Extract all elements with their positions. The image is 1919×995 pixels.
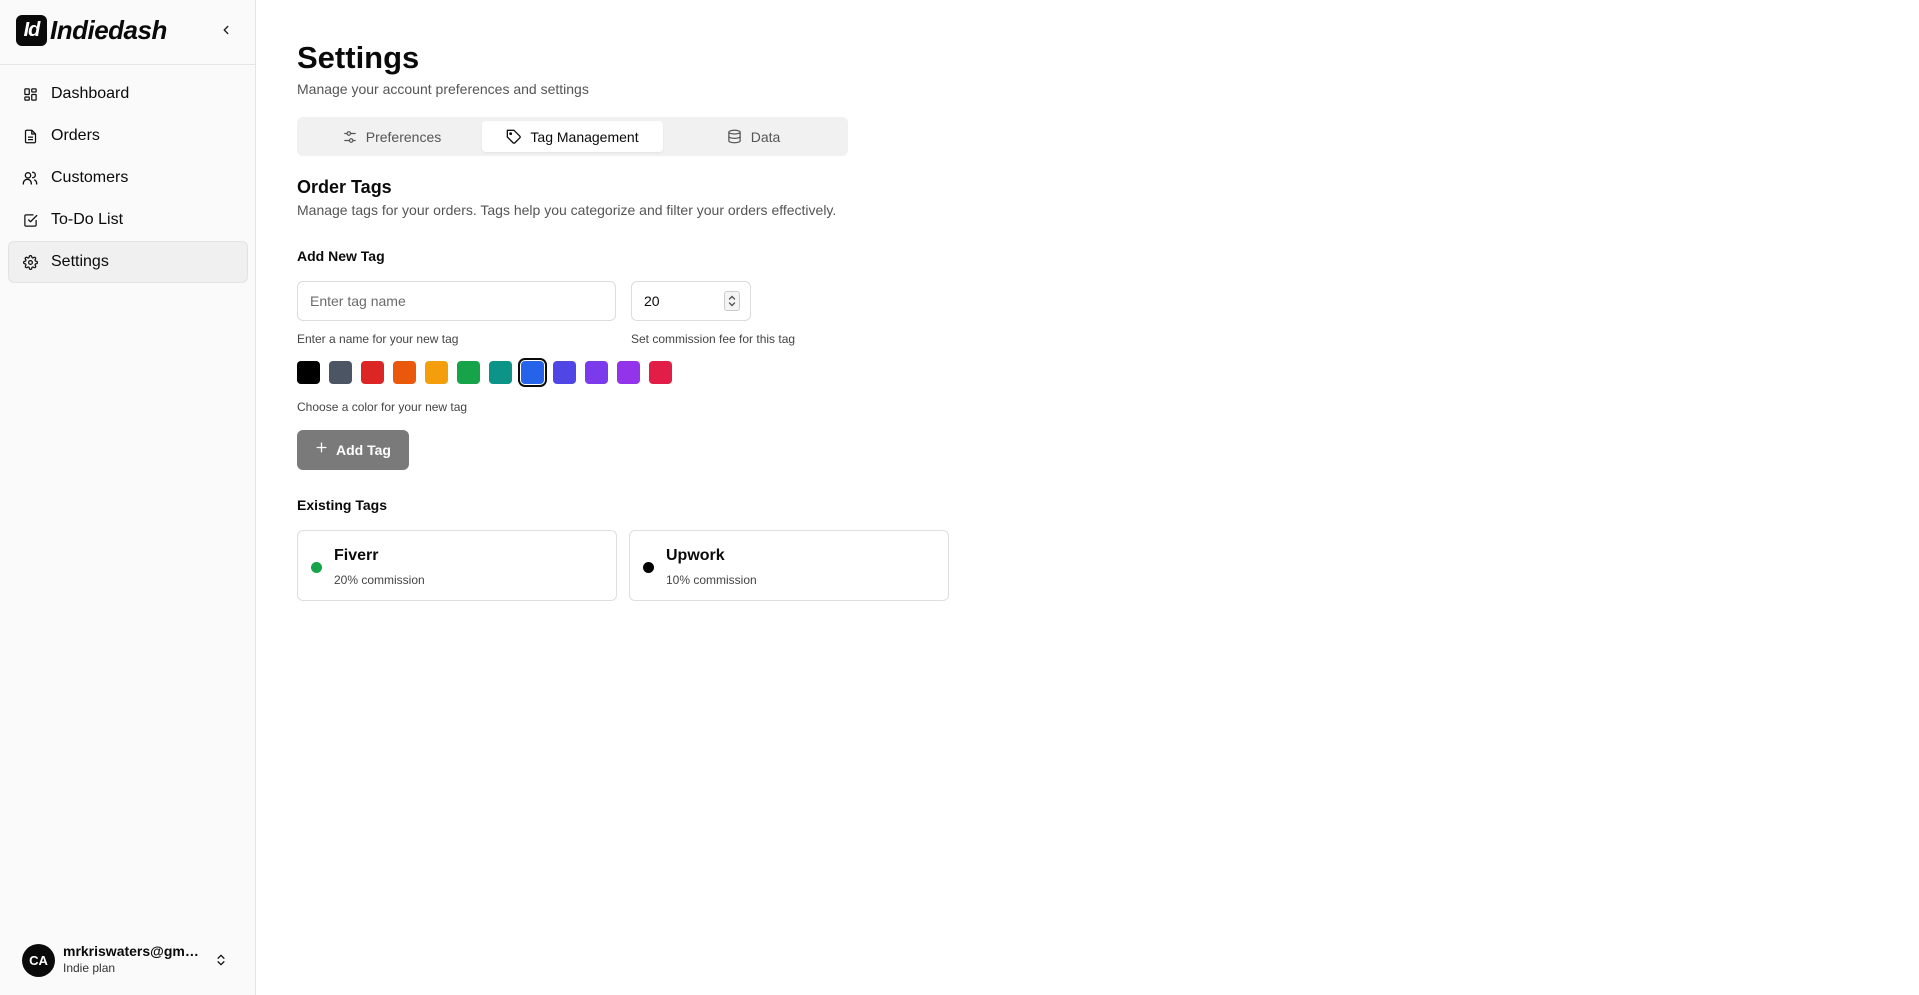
sliders-icon	[342, 129, 358, 145]
color-swatch[interactable]	[585, 361, 608, 384]
tag-commission: 20% commission	[334, 573, 425, 587]
database-icon	[727, 129, 743, 145]
page-title: Settings	[297, 40, 420, 75]
user-menu[interactable]: CA mrkriswaters@gmail.com Indie plan	[22, 942, 242, 978]
commission-stepper[interactable]: 20	[631, 281, 751, 321]
tag-name-input[interactable]	[297, 281, 616, 321]
tag-name: Upwork	[666, 547, 725, 564]
chevrons-up-down-icon	[213, 952, 229, 968]
color-swatch[interactable]	[617, 361, 640, 384]
sidebar-item-customers[interactable]: Customers	[8, 157, 248, 199]
tag-name: Fiverr	[334, 547, 379, 564]
sidebar-item-label: Orders	[51, 127, 100, 144]
tab-data[interactable]: Data	[663, 121, 844, 152]
order-tags-title: Order Tags	[297, 177, 392, 197]
sidebar-item-label: To-Do List	[51, 211, 124, 228]
tag-color-dot	[643, 562, 654, 573]
color-swatch[interactable]	[425, 361, 448, 384]
checkbox-icon	[21, 211, 39, 229]
sidebar-item-orders[interactable]: Orders	[8, 115, 248, 157]
tab-preferences[interactable]: Preferences	[301, 121, 482, 152]
commission-help: Set commission fee for this tag	[631, 332, 796, 346]
page-subtitle: Manage your account preferences and sett…	[297, 81, 589, 97]
add-tag-button[interactable]: Add Tag	[297, 430, 409, 470]
tab-label: Data	[750, 128, 781, 145]
sidebar-item-settings[interactable]: Settings	[8, 241, 248, 283]
collapse-sidebar-button[interactable]	[214, 18, 238, 42]
chevron-left-icon	[223, 25, 229, 35]
add-tag-label: Add Tag	[336, 442, 391, 458]
color-swatch[interactable]	[489, 361, 512, 384]
sidebar: Id Indiedash Dashboard Orders Customers	[0, 0, 256, 995]
sidebar-item-label: Customers	[51, 169, 129, 186]
tag-commission: 10% commission	[666, 573, 757, 587]
add-new-tag-label: Add New Tag	[297, 248, 385, 264]
tag-card-fiverr[interactable]: Fiverr 20% commission	[297, 530, 617, 601]
tag-card-upwork[interactable]: Upwork 10% commission	[629, 530, 949, 601]
color-swatch[interactable]	[518, 358, 547, 387]
sidebar-item-todo[interactable]: To-Do List	[8, 199, 248, 241]
color-swatch[interactable]	[649, 361, 672, 384]
color-swatch[interactable]	[393, 361, 416, 384]
order-tags-subtitle: Manage tags for your orders. Tags help y…	[297, 202, 837, 218]
brand-name: Indiedash	[50, 14, 167, 45]
color-picker	[297, 358, 681, 387]
sidebar-nav: Dashboard Orders Customers To-Do List Se…	[8, 73, 248, 283]
brand-mark: Id	[16, 14, 47, 46]
sidebar-item-dashboard[interactable]: Dashboard	[8, 73, 248, 115]
color-swatch[interactable]	[457, 361, 480, 384]
settings-tabs: Preferences Tag Management Data	[297, 117, 848, 156]
sidebar-item-label: Settings	[51, 253, 109, 270]
tag-name-help: Enter a name for your new tag	[297, 332, 459, 346]
gear-icon	[21, 253, 39, 271]
user-info: mrkriswaters@gmail.com Indie plan	[63, 943, 205, 977]
plus-icon	[315, 441, 328, 459]
brand-logo[interactable]: Id Indiedash	[16, 14, 167, 46]
color-swatch[interactable]	[553, 361, 576, 384]
stepper-arrows-icon[interactable]	[724, 291, 740, 311]
color-help: Choose a color for your new tag	[297, 400, 468, 414]
color-swatch[interactable]	[329, 361, 352, 384]
user-email: mrkriswaters@gmail.com	[63, 943, 205, 959]
color-swatch[interactable]	[361, 361, 384, 384]
dashboard-icon	[21, 85, 39, 103]
sidebar-divider	[0, 64, 256, 65]
tag-icon	[506, 129, 522, 145]
tag-color-dot	[311, 562, 322, 573]
commission-value: 20	[644, 293, 660, 309]
user-plan: Indie plan	[63, 961, 116, 975]
tab-label: Tag Management	[530, 128, 639, 145]
users-icon	[21, 169, 39, 187]
avatar: CA	[22, 943, 55, 977]
tab-label: Preferences	[365, 128, 442, 145]
file-icon	[21, 127, 39, 145]
color-swatch[interactable]	[297, 361, 320, 384]
existing-tags-label: Existing Tags	[297, 497, 387, 513]
sidebar-item-label: Dashboard	[51, 85, 130, 102]
tab-tag-management[interactable]: Tag Management	[482, 121, 663, 152]
